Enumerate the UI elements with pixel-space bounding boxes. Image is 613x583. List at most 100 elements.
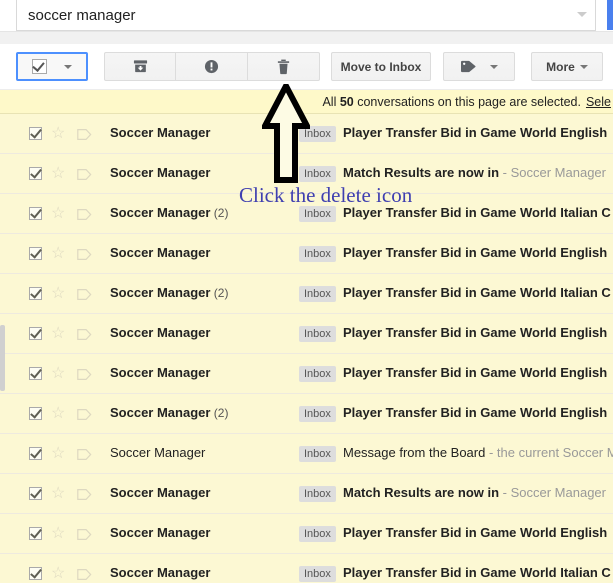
row-subject-text: Player Transfer Bid in Game World Italia… bbox=[343, 565, 611, 580]
row-label-chip[interactable]: Inbox bbox=[299, 446, 336, 462]
row-label-chip[interactable]: Inbox bbox=[299, 486, 336, 502]
important-marker-icon[interactable] bbox=[77, 128, 92, 140]
row-subject[interactable]: Player Transfer Bid in Game World Englis… bbox=[343, 405, 607, 420]
row-sender: Soccer Manager bbox=[110, 125, 210, 140]
important-marker-icon[interactable] bbox=[77, 168, 92, 180]
archive-button[interactable] bbox=[104, 52, 176, 81]
table-row[interactable]: ☆ Soccer Manager (2) Inbox Player Transfer … bbox=[0, 194, 613, 234]
row-subject[interactable]: Player Transfer Bid in Game World Italia… bbox=[343, 205, 611, 220]
important-marker-icon[interactable] bbox=[77, 208, 92, 220]
row-checkbox[interactable] bbox=[29, 367, 42, 380]
star-outline-icon[interactable]: ☆ bbox=[51, 406, 65, 422]
row-checkbox[interactable] bbox=[29, 207, 42, 220]
table-row[interactable]: ☆ Soccer Manager (2) Inbox Player Transfer … bbox=[0, 394, 613, 434]
row-subject[interactable]: Player Transfer Bid in Game World Englis… bbox=[343, 245, 607, 260]
table-row[interactable]: ☆ Soccer Manager Inbox Player Transfer Bid … bbox=[0, 554, 613, 583]
row-checkbox[interactable] bbox=[29, 447, 42, 460]
row-subject[interactable]: Player Transfer Bid in Game World Englis… bbox=[343, 125, 607, 140]
row-label-chip[interactable]: Inbox bbox=[299, 246, 336, 262]
important-marker-icon[interactable] bbox=[77, 488, 92, 500]
row-subject[interactable]: Player Transfer Bid in Game World Italia… bbox=[343, 565, 611, 580]
star-outline-icon[interactable]: ☆ bbox=[51, 246, 65, 262]
row-label-chip[interactable]: Inbox bbox=[299, 366, 336, 382]
row-checkbox[interactable] bbox=[29, 287, 42, 300]
row-snippet: - Soccer Manager bbox=[499, 485, 606, 500]
row-checkbox[interactable] bbox=[29, 127, 42, 140]
mail-list: ☆ Soccer Manager Inbox Player Transfer Bid … bbox=[0, 114, 613, 583]
row-label-chip[interactable]: Inbox bbox=[299, 526, 336, 542]
row-subject[interactable]: Player Transfer Bid in Game World Italia… bbox=[343, 285, 611, 300]
star-outline-icon[interactable]: ☆ bbox=[51, 486, 65, 502]
table-row[interactable]: ☆ Soccer Manager Inbox Player Transfer Bid … bbox=[0, 234, 613, 274]
row-subject[interactable]: Match Results are now in - Soccer Manage… bbox=[343, 485, 606, 500]
star-outline-icon[interactable]: ☆ bbox=[51, 126, 65, 142]
search-input[interactable] bbox=[28, 6, 528, 24]
table-row[interactable]: ☆ Soccer Manager Inbox Message from the Boa… bbox=[0, 434, 613, 474]
action-button-group bbox=[104, 52, 320, 81]
delete-button[interactable] bbox=[248, 52, 320, 81]
star-outline-icon[interactable]: ☆ bbox=[51, 566, 65, 582]
star-outline-icon[interactable]: ☆ bbox=[51, 326, 65, 342]
star-outline-icon[interactable]: ☆ bbox=[51, 206, 65, 222]
row-subject[interactable]: Player Transfer Bid in Game World Englis… bbox=[343, 325, 607, 340]
row-checkbox[interactable] bbox=[29, 527, 42, 540]
row-label-chip[interactable]: Inbox bbox=[299, 286, 336, 302]
important-marker-icon[interactable] bbox=[77, 528, 92, 540]
scrollbar-thumb-fragment[interactable] bbox=[0, 325, 5, 391]
row-sender: Soccer Manager bbox=[110, 165, 210, 180]
row-thread-count: (2) bbox=[210, 406, 229, 420]
row-checkbox[interactable] bbox=[29, 487, 42, 500]
row-checkbox[interactable] bbox=[29, 167, 42, 180]
row-checkbox[interactable] bbox=[29, 407, 42, 420]
search-box[interactable] bbox=[16, 0, 596, 31]
row-label-chip[interactable]: Inbox bbox=[299, 406, 336, 422]
row-sender-name: Soccer Manager bbox=[110, 445, 206, 460]
select-all-conversations-link[interactable]: Sele bbox=[586, 95, 611, 109]
row-label-chip[interactable]: Inbox bbox=[299, 566, 336, 582]
row-sender: Soccer Manager bbox=[110, 325, 210, 340]
table-row[interactable]: ☆ Soccer Manager Inbox Match Results are no… bbox=[0, 474, 613, 514]
row-label-chip[interactable]: Inbox bbox=[299, 166, 336, 182]
table-row[interactable]: ☆ Soccer Manager Inbox Player Transfer Bid … bbox=[0, 314, 613, 354]
row-sender: Soccer Manager bbox=[110, 485, 210, 500]
row-sender: Soccer Manager bbox=[110, 565, 210, 580]
row-sender-name: Soccer Manager bbox=[110, 165, 211, 180]
star-outline-icon[interactable]: ☆ bbox=[51, 366, 65, 382]
exclamation-icon bbox=[204, 59, 219, 74]
important-marker-icon[interactable] bbox=[77, 368, 92, 380]
star-outline-icon[interactable]: ☆ bbox=[51, 526, 65, 542]
important-marker-icon[interactable] bbox=[77, 248, 92, 260]
star-outline-icon[interactable]: ☆ bbox=[51, 166, 65, 182]
move-to-inbox-button[interactable]: Move to Inbox bbox=[331, 52, 431, 81]
star-outline-icon[interactable]: ☆ bbox=[51, 286, 65, 302]
star-outline-icon[interactable]: ☆ bbox=[51, 446, 65, 462]
row-label-chip[interactable]: Inbox bbox=[299, 206, 336, 222]
more-button[interactable]: More bbox=[531, 52, 603, 81]
important-marker-icon[interactable] bbox=[77, 288, 92, 300]
row-sender-name: Soccer Manager bbox=[110, 365, 211, 380]
table-row[interactable]: ☆ Soccer Manager (2) Inbox Player Transfer … bbox=[0, 274, 613, 314]
important-marker-icon[interactable] bbox=[77, 448, 92, 460]
row-label-chip[interactable]: Inbox bbox=[299, 326, 336, 342]
row-subject[interactable]: Player Transfer Bid in Game World Englis… bbox=[343, 525, 607, 540]
table-row[interactable]: ☆ Soccer Manager Inbox Match Results are no… bbox=[0, 154, 613, 194]
chevron-down-icon[interactable] bbox=[577, 12, 587, 17]
row-label-chip[interactable]: Inbox bbox=[299, 126, 336, 142]
select-all-checkbox-button[interactable] bbox=[16, 52, 88, 81]
important-marker-icon[interactable] bbox=[77, 408, 92, 420]
report-spam-button[interactable] bbox=[176, 52, 248, 81]
row-subject[interactable]: Match Results are now in - Soccer Manage… bbox=[343, 165, 606, 180]
table-row[interactable]: ☆ Soccer Manager Inbox Player Transfer Bid … bbox=[0, 114, 613, 154]
row-checkbox[interactable] bbox=[29, 327, 42, 340]
important-marker-icon[interactable] bbox=[77, 568, 92, 580]
row-checkbox[interactable] bbox=[29, 567, 42, 580]
important-marker-icon[interactable] bbox=[77, 328, 92, 340]
selection-banner-text: All 50 conversations on this page are se… bbox=[322, 95, 581, 109]
row-subject[interactable]: Player Transfer Bid in Game World Englis… bbox=[343, 365, 607, 380]
row-subject-text: Player Transfer Bid in Game World Italia… bbox=[343, 205, 611, 220]
row-checkbox[interactable] bbox=[29, 247, 42, 260]
labels-button[interactable] bbox=[443, 52, 515, 81]
row-subject[interactable]: Message from the Board - the current Soc… bbox=[343, 445, 613, 460]
table-row[interactable]: ☆ Soccer Manager Inbox Player Transfer Bid … bbox=[0, 514, 613, 554]
table-row[interactable]: ☆ Soccer Manager Inbox Player Transfer Bid … bbox=[0, 354, 613, 394]
